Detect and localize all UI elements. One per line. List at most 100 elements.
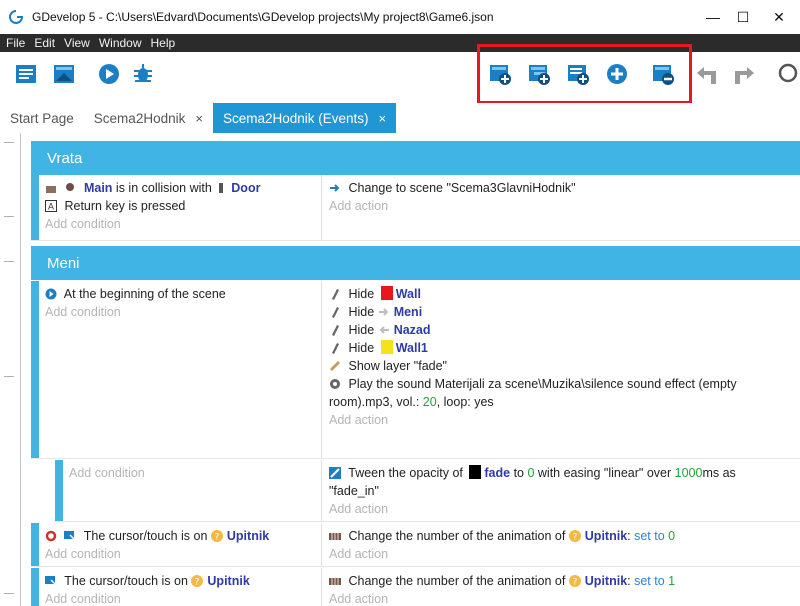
svg-text:?: ? — [572, 578, 577, 588]
actions-column[interactable]: Hide Wall Hide Meni Hide Nazad Hide Wall… — [323, 281, 800, 458]
action-text: "fade_in" — [329, 484, 379, 498]
preview-icon[interactable] — [97, 62, 121, 86]
volume-value: 20 — [422, 395, 437, 409]
action-line[interactable]: Change to scene "Scema3GlavniHodnik" — [329, 179, 800, 197]
condition-text: At the beginning of the scene — [63, 287, 226, 301]
condition-line[interactable]: A Return key is pressed — [45, 197, 321, 215]
tab-start-page[interactable]: Start Page — [0, 103, 84, 133]
undo-icon[interactable] — [694, 62, 718, 86]
condition-line[interactable]: The cursor/touch is on ? Upitnik — [45, 572, 321, 590]
close-button[interactable]: ✕ — [756, 0, 800, 34]
action-line[interactable]: Tween the opacity of fade to 0 with easi… — [329, 464, 800, 482]
project-manager-icon[interactable] — [14, 62, 38, 86]
action-line-continued[interactable]: "fade_in" — [329, 482, 800, 500]
action-text: Change the number of the animation of — [348, 574, 569, 588]
event-group-header[interactable]: Meni — [31, 246, 800, 280]
event-row[interactable]: The cursor/touch is on ? Upitnik Add cond… — [31, 523, 800, 567]
tab-label: Scema2Hodnik (Events) — [222, 110, 369, 126]
action-line-continued[interactable]: room).mp3, vol.: 20, loop: yes — [329, 393, 800, 411]
condition-text: The cursor/touch is on — [83, 529, 211, 543]
object-thumbnail — [380, 340, 393, 354]
redo-icon[interactable] — [733, 62, 757, 86]
layer-icon — [330, 361, 340, 371]
operator-text: set to — [634, 529, 665, 543]
action-line[interactable]: Hide Nazad — [329, 321, 800, 339]
action-text: ms as — [702, 466, 736, 480]
menu-edit[interactable]: Edit — [34, 36, 55, 50]
object-name: Wall — [395, 287, 421, 301]
condition-line[interactable]: At the beginning of the scene — [45, 285, 321, 303]
sub-event-row[interactable]: Add condition Tween the opacity of fade … — [55, 460, 800, 522]
add-action-link[interactable]: Add action — [329, 500, 800, 518]
tab-close-icon[interactable]: × — [195, 111, 203, 126]
add-condition-link[interactable]: Add condition — [45, 303, 321, 321]
action-line[interactable]: Change the number of the animation of ? U… — [329, 527, 800, 545]
add-action-link[interactable]: Add action — [329, 197, 800, 215]
action-line[interactable]: Hide Wall — [329, 285, 800, 303]
operator-text: set to — [634, 574, 665, 588]
upitnik-sprite-icon: ? — [210, 530, 223, 543]
action-line[interactable]: Hide Meni — [329, 303, 800, 321]
object-name: Main — [83, 181, 113, 195]
condition-line[interactable]: Main is in collision with Door — [45, 179, 321, 197]
change-scene-arrow-icon — [330, 184, 340, 192]
tab-scene[interactable]: Scema2Hodnik × — [84, 103, 213, 133]
gutter-tick — [4, 142, 14, 143]
tab-scene-events[interactable]: Scema2Hodnik (Events) × — [212, 103, 397, 133]
add-condition-link[interactable]: Add condition — [45, 215, 321, 233]
actions-column[interactable]: Tween the opacity of fade to 0 with easi… — [323, 460, 800, 521]
action-line[interactable]: Play the sound Materijali za scene\Muzik… — [329, 375, 800, 393]
object-thumbnail — [380, 286, 393, 300]
menu-file[interactable]: File — [6, 36, 25, 50]
add-condition-link[interactable]: Add condition — [45, 590, 321, 606]
upitnik-sprite-icon: ? — [191, 575, 204, 587]
event-row[interactable]: The cursor/touch is on ? Upitnik Add cond… — [31, 568, 800, 606]
highlight-box — [477, 44, 692, 104]
action-text: Play the sound Materijali za scene\Muzik… — [348, 377, 737, 391]
conditions-column[interactable]: The cursor/touch is on ? Upitnik Add cond… — [39, 568, 322, 606]
add-action-link[interactable]: Add action — [329, 411, 800, 429]
action-line[interactable]: Show layer "fade" — [329, 357, 800, 375]
action-text: with easing "linear" over — [534, 466, 675, 480]
scene-start-icon — [45, 288, 57, 300]
actions-column[interactable]: Change the number of the animation of ? U… — [323, 568, 800, 606]
add-action-link[interactable]: Add action — [329, 590, 800, 606]
add-action-link[interactable]: Add action — [329, 545, 800, 563]
gutter-tick — [4, 376, 14, 377]
debugger-icon[interactable] — [131, 62, 155, 86]
event-row[interactable]: Main is in collision with Door A Return … — [31, 175, 800, 241]
search-icon[interactable] — [776, 62, 800, 86]
add-condition-link[interactable]: Add condition — [69, 464, 321, 482]
action-line[interactable]: Hide Wall1 — [329, 339, 800, 357]
actions-column[interactable]: Change the number of the animation of ? U… — [323, 523, 800, 566]
menu-help[interactable]: Help — [151, 36, 176, 50]
gutter-tick — [4, 593, 14, 594]
actions-column[interactable]: Change to scene "Scema3GlavniHodnik" Add… — [323, 175, 800, 240]
gutter-tick — [4, 216, 14, 217]
action-text: room).mp3, vol.: — [329, 395, 423, 409]
menu-window[interactable]: Window — [99, 36, 142, 50]
svg-text:A: A — [48, 203, 55, 213]
tab-close-icon[interactable]: × — [379, 111, 387, 126]
scene-editor-icon[interactable] — [52, 62, 76, 86]
animation-icon — [329, 578, 341, 585]
menu-view[interactable]: View — [64, 36, 90, 50]
window-title: GDevelop 5 - C:\Users\Edvard\Documents\G… — [32, 10, 494, 24]
condition-text: The cursor/touch is on — [64, 574, 192, 588]
add-condition-link[interactable]: Add condition — [45, 545, 321, 563]
svg-text:?: ? — [215, 533, 220, 543]
event-row[interactable]: At the beginning of the scene Add condit… — [31, 281, 800, 459]
action-text: to — [510, 466, 528, 480]
animation-value: 1 — [668, 574, 676, 588]
action-line[interactable]: Change the number of the animation of ? U… — [329, 572, 800, 590]
condition-line[interactable]: The cursor/touch is on ? Upitnik — [45, 527, 321, 545]
conditions-column[interactable]: Add condition — [63, 460, 322, 521]
conditions-column[interactable]: The cursor/touch is on ? Upitnik Add cond… — [39, 523, 322, 566]
conditions-column[interactable]: Main is in collision with Door A Return … — [39, 175, 322, 240]
object-name: Nazad — [393, 323, 431, 337]
gutter-tick — [4, 261, 14, 262]
action-verb: Hide — [348, 341, 375, 355]
event-group-header[interactable]: Vrata — [31, 141, 800, 175]
conditions-column[interactable]: At the beginning of the scene Add condit… — [39, 281, 322, 458]
object-name: Upitnik — [226, 529, 270, 543]
